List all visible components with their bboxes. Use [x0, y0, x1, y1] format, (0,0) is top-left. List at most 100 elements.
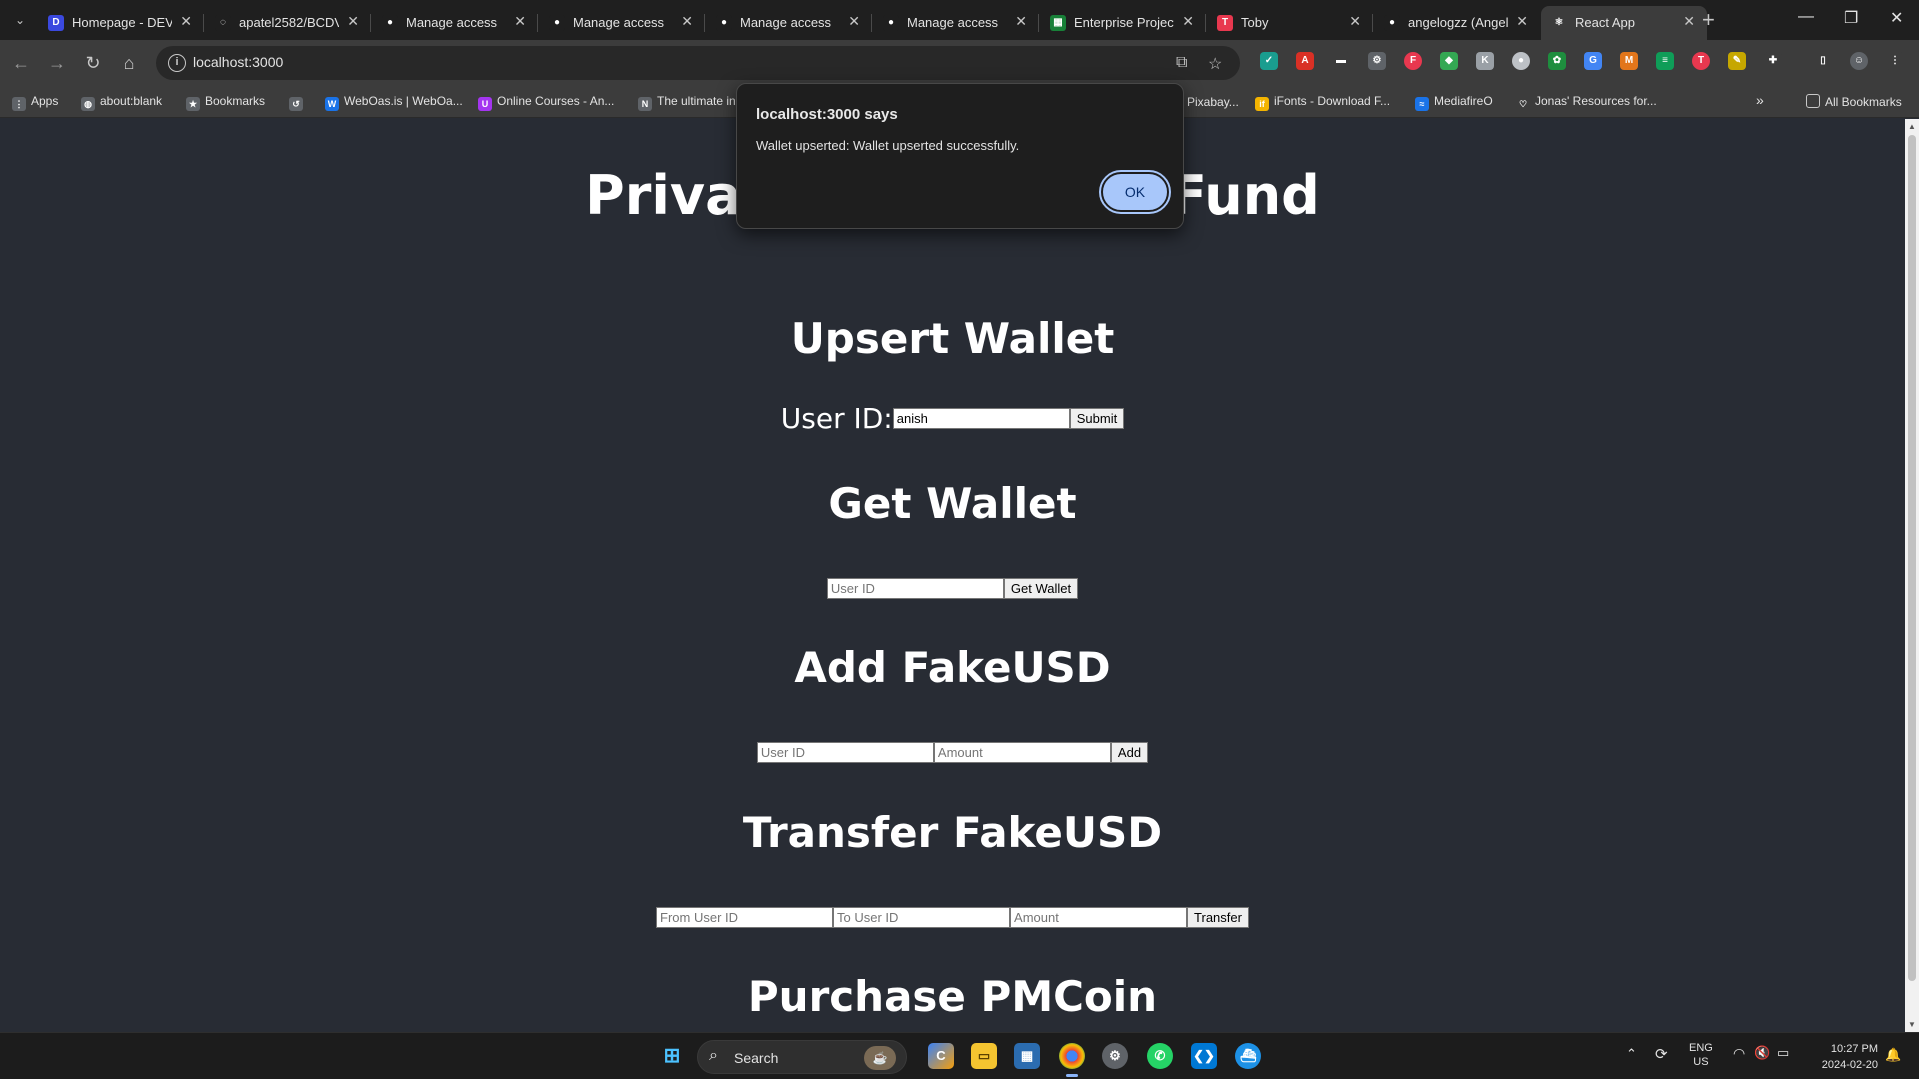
start-windows-icon[interactable]: ⊞ [659, 1043, 685, 1069]
tab-close-icon[interactable]: ✕ [1349, 13, 1361, 30]
transfer-amount-input[interactable] [1010, 907, 1188, 928]
tab-2[interactable]: ◌ apatel2582/BCDV ✕ [205, 6, 371, 40]
copilot-icon[interactable]: C [928, 1043, 954, 1069]
bookmark-item-7[interactable]: N The ultimate in [638, 94, 736, 111]
tab-6[interactable]: ● Manage access ✕ [873, 6, 1039, 40]
tab-close-icon[interactable]: ✕ [180, 13, 192, 30]
tab-7[interactable]: ▦ Enterprise Project ✕ [1040, 6, 1206, 40]
tab-8[interactable]: T Toby ✕ [1207, 6, 1373, 40]
tab-4[interactable]: ● Manage access ✕ [539, 6, 705, 40]
bookmark-item-2[interactable]: ◍ about:blank [81, 94, 162, 111]
tab-close-icon[interactable]: ✕ [848, 13, 860, 30]
tab-close-icon[interactable]: ✕ [1015, 13, 1027, 30]
close-window-button[interactable]: ✕ [1890, 8, 1903, 28]
tab-close-icon[interactable]: ✕ [514, 13, 526, 30]
extension-12-icon[interactable]: ≡ [1656, 52, 1674, 70]
add-amount-input[interactable] [933, 742, 1111, 763]
more-bookmarks-button[interactable]: » [1756, 92, 1764, 108]
extension-5-icon[interactable]: F [1404, 52, 1422, 70]
microsoft-store-icon[interactable]: ▦ [1014, 1043, 1040, 1069]
reload-icon[interactable]: ↻ [80, 50, 106, 76]
tab-3[interactable]: ● Manage access ✕ [372, 6, 538, 40]
tab-10[interactable]: ⚛ React App ✕ [1541, 6, 1707, 40]
tab-close-icon[interactable]: ✕ [1182, 13, 1194, 30]
tab-close-icon[interactable]: ✕ [1683, 13, 1695, 30]
bookmark-item-10[interactable]: ≈ MediafireO [1415, 94, 1493, 111]
toby-extension-icon[interactable]: T [1692, 52, 1710, 70]
volume-muted-icon[interactable]: 🔇 [1754, 1045, 1770, 1061]
transfer-button[interactable]: Transfer [1187, 907, 1249, 928]
extension-14-icon[interactable]: ✎ [1728, 52, 1746, 70]
bookmark-item-5[interactable]: W WebOas.is | WebOa... [325, 94, 463, 111]
show-hidden-icons-chevron-icon[interactable]: ⌃ [1626, 1046, 1637, 1062]
whatsapp-icon[interactable]: ✆ [1147, 1043, 1173, 1069]
docker-icon[interactable]: ⛴ [1235, 1043, 1261, 1069]
tab-5[interactable]: ● Manage access ✕ [706, 6, 872, 40]
extension-9-icon[interactable]: ✿ [1548, 52, 1566, 70]
extensions-puzzle-icon[interactable]: ✚ [1764, 52, 1782, 70]
to-user-id-input[interactable] [833, 907, 1011, 928]
forward-arrow-icon[interactable]: → [44, 50, 70, 76]
bookmark-item-6[interactable]: U Online Courses - An... [478, 94, 614, 111]
browser-menu-icon[interactable]: ⋮ [1886, 52, 1904, 70]
extension-3-icon[interactable]: ▬ [1332, 52, 1350, 70]
extension-7-icon[interactable]: K [1476, 52, 1494, 70]
wifi-icon[interactable]: ◠ [1733, 1045, 1745, 1062]
shield-extension-icon[interactable]: ◆ [1440, 52, 1458, 70]
upsert-user-id-input[interactable] [892, 408, 1070, 429]
tab-close-icon[interactable]: ✕ [1516, 13, 1528, 30]
bookmark-item-11[interactable]: ♡ Jonas' Resources for... [1516, 94, 1657, 111]
battery-icon[interactable]: ▭ [1777, 1045, 1789, 1061]
vscode-icon[interactable]: ❮❯ [1191, 1043, 1217, 1069]
extension-4-icon[interactable]: ⚙ [1368, 52, 1386, 70]
tab-1[interactable]: D Homepage - DEV ✕ [38, 6, 204, 40]
bookmark-item-3[interactable]: ★ Bookmarks [186, 94, 265, 111]
taskbar-search[interactable]: ⌕ Search ☕ [697, 1040, 907, 1074]
pdf-extension-icon[interactable]: A [1296, 52, 1314, 70]
bookmark-item-4[interactable]: ↺ [289, 94, 308, 111]
minimize-button[interactable]: — [1798, 8, 1814, 26]
metamask-extension-icon[interactable]: M [1620, 52, 1638, 70]
ok-button[interactable]: OK [1099, 170, 1171, 214]
profile-avatar[interactable]: ☺ [1850, 52, 1868, 70]
home-icon[interactable]: ⌂ [116, 50, 142, 76]
new-tab-button[interactable]: + [1702, 8, 1715, 32]
bookmark-item-9[interactable]: if iFonts - Download F... [1255, 94, 1390, 111]
scroll-up-arrow-icon[interactable]: ▲ [1905, 122, 1919, 131]
page-scrollbar[interactable]: ▲ ▼ [1905, 119, 1919, 1032]
settings-gear-icon[interactable]: ⚙ [1102, 1043, 1128, 1069]
address-bar[interactable]: i localhost:3000 ⧉ ☆ [156, 46, 1240, 80]
scroll-down-arrow-icon[interactable]: ▼ [1905, 1020, 1919, 1029]
side-panel-icon[interactable]: ▯ [1814, 52, 1832, 70]
from-user-id-input[interactable] [656, 907, 834, 928]
clock[interactable]: 10:27 PM 2024-02-20 [1818, 1041, 1878, 1073]
tab-search-button[interactable]: ⌄ [8, 8, 32, 32]
tab-close-icon[interactable]: ✕ [681, 13, 693, 30]
add-user-id-input[interactable] [756, 742, 934, 763]
tab-9[interactable]: ● angelogzz (Angelo ✕ [1374, 6, 1540, 40]
taskbar: ⊞ ⌕ Search ☕ C ▭ ▦ ⚙ ✆ ❮❯ ⛴ ⌃ ⟳ ENG US ◠… [0, 1032, 1919, 1079]
extension-1-icon[interactable]: ✓ [1260, 52, 1278, 70]
all-bookmarks-button[interactable]: All Bookmarks [1806, 94, 1902, 109]
file-explorer-icon[interactable]: ▭ [971, 1043, 997, 1069]
language-indicator[interactable]: ENG US [1689, 1041, 1713, 1069]
chrome-icon[interactable] [1059, 1043, 1085, 1069]
translate-extension-icon[interactable]: G [1584, 52, 1602, 70]
extension-8-icon[interactable]: ● [1512, 52, 1530, 70]
star-icon: ★ [186, 97, 200, 111]
bookmark-item-1[interactable]: ⋮ Apps [12, 94, 58, 111]
tab-close-icon[interactable]: ✕ [347, 13, 359, 30]
scrollbar-thumb[interactable] [1908, 135, 1916, 981]
add-button[interactable]: Add [1110, 742, 1149, 763]
get-user-id-input[interactable] [826, 578, 1004, 599]
site-info-icon[interactable]: i [168, 54, 186, 72]
back-arrow-icon[interactable]: ← [8, 50, 34, 76]
install-app-icon[interactable]: ⧉ [1176, 54, 1187, 72]
sync-icon[interactable]: ⟳ [1655, 1045, 1668, 1063]
get-wallet-button[interactable]: Get Wallet [1003, 578, 1079, 599]
notification-bell-icon[interactable]: 🔔 [1885, 1047, 1901, 1063]
url-text[interactable]: localhost:3000 [193, 54, 283, 70]
restore-button[interactable]: ❐ [1844, 8, 1858, 28]
submit-button[interactable]: Submit [1069, 408, 1125, 429]
bookmark-star-icon[interactable]: ☆ [1208, 54, 1222, 74]
